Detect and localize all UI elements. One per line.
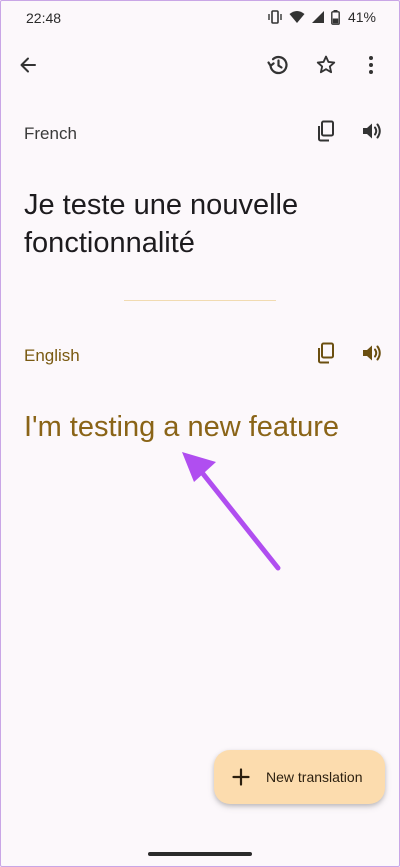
- wifi-icon: [289, 10, 305, 24]
- speak-translation-button[interactable]: [352, 335, 392, 375]
- copy-icon: [316, 120, 336, 147]
- battery-percent: 41%: [347, 9, 376, 25]
- copy-translation-button[interactable]: [306, 335, 346, 375]
- history-icon: [266, 53, 290, 82]
- speaker-icon: [361, 343, 383, 368]
- top-app-bar: [0, 40, 400, 96]
- history-button[interactable]: [258, 47, 298, 87]
- gesture-navigation-bar[interactable]: [148, 852, 252, 856]
- annotation-arrow-icon: [170, 440, 290, 585]
- more-options-button[interactable]: [351, 47, 391, 87]
- status-icons: 41%: [267, 9, 376, 25]
- target-language-label: English: [24, 346, 80, 365]
- signal-icon: [311, 10, 325, 24]
- back-arrow-icon: [18, 55, 38, 80]
- status-bar: 22:48 41%: [0, 0, 400, 36]
- status-time: 22:48: [26, 10, 62, 26]
- source-language-label: French: [24, 124, 77, 143]
- vibrate-icon: [267, 9, 283, 25]
- favorite-button[interactable]: [306, 47, 346, 87]
- speaker-icon: [361, 121, 383, 146]
- battery-icon: [331, 9, 340, 25]
- back-button[interactable]: [8, 47, 48, 87]
- new-translation-button[interactable]: New translation: [214, 750, 385, 804]
- star-icon: [315, 54, 337, 81]
- copy-source-button[interactable]: [306, 113, 346, 153]
- more-vert-icon: [368, 55, 374, 80]
- source-text[interactable]: Je teste une nouvelle fonctionnalité: [24, 186, 374, 262]
- copy-icon: [316, 342, 336, 369]
- new-translation-label: New translation: [266, 769, 363, 785]
- speak-source-button[interactable]: [352, 113, 392, 153]
- plus-icon: [230, 766, 252, 788]
- section-divider: [124, 300, 276, 301]
